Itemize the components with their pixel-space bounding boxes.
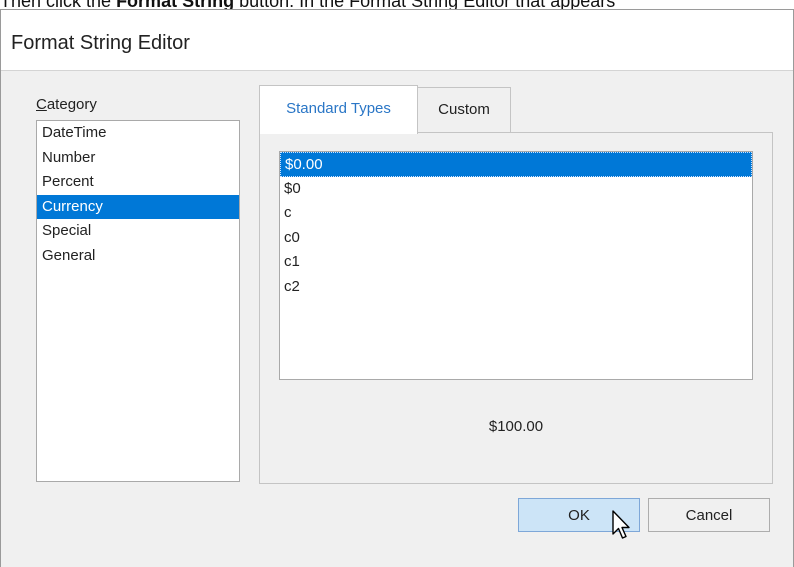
arrow-cursor-icon [612, 510, 630, 539]
category-item-percent[interactable]: Percent [37, 170, 239, 195]
tab-standard-types[interactable]: Standard Types [259, 85, 418, 134]
category-item-special[interactable]: Special [37, 219, 239, 244]
format-types-list[interactable]: $0.00 $0 c c0 c1 c2 [279, 151, 753, 380]
format-item-dollar-0-00[interactable]: $0.00 [280, 152, 752, 177]
format-item-c1[interactable]: c1 [280, 250, 752, 275]
category-item-currency[interactable]: Currency [37, 194, 239, 219]
standard-types-panel: $0.00 $0 c c0 c1 c2 $100.00 [259, 132, 773, 484]
category-list[interactable]: DateTime Number Percent Currency Special… [36, 120, 240, 482]
category-label: Category [36, 96, 97, 113]
format-preview: $100.00 [488, 418, 544, 435]
category-label-text: ategory [46, 96, 97, 113]
dialog-title: Format String Editor [11, 32, 190, 54]
cancel-button[interactable]: Cancel [648, 498, 770, 532]
background-doc-text: Then click the Format String button. In … [0, 0, 794, 9]
doc-text-start: Then click the [0, 0, 116, 9]
category-item-datetime[interactable]: DateTime [37, 121, 239, 146]
format-item-dollar-0[interactable]: $0 [280, 177, 752, 202]
category-item-general[interactable]: General [37, 244, 239, 269]
format-item-c2[interactable]: c2 [280, 275, 752, 300]
doc-text-bold: Format String [116, 0, 234, 9]
format-item-c0[interactable]: c0 [280, 226, 752, 251]
category-item-number[interactable]: Number [37, 146, 239, 171]
tab-custom[interactable]: Custom [417, 87, 511, 133]
category-label-accelerator: C [36, 96, 47, 113]
format-item-c[interactable]: c [280, 201, 752, 226]
doc-text-end: button. In the Format String Editor that… [234, 0, 615, 9]
title-bar[interactable]: Format String Editor [1, 9, 793, 71]
